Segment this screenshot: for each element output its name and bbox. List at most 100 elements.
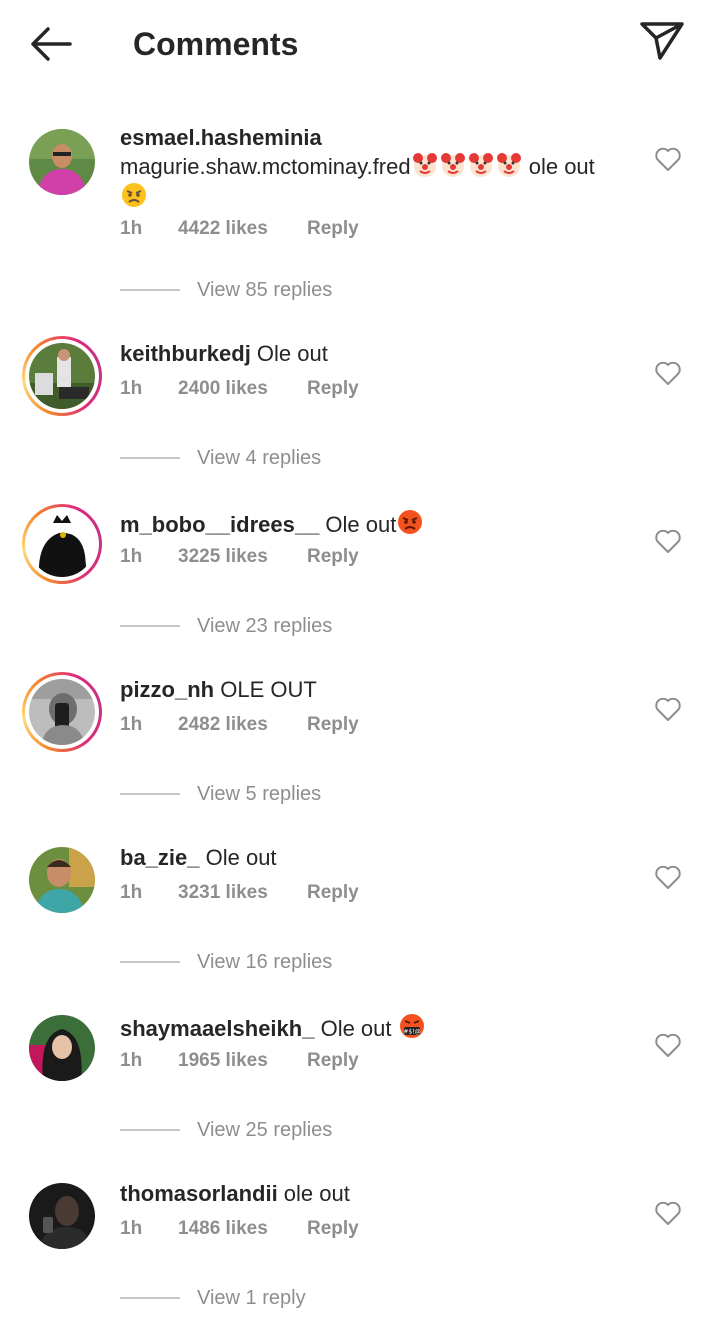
divider-line <box>120 625 180 627</box>
divider-line <box>120 793 180 795</box>
heart-icon[interactable] <box>654 528 682 554</box>
reply-button[interactable]: Reply <box>307 546 359 568</box>
paper-plane-icon <box>640 22 684 60</box>
comment-time: 1h <box>120 1050 143 1071</box>
reply-button[interactable]: Reply <box>307 1050 359 1072</box>
view-replies-label: View 85 replies <box>197 278 333 301</box>
comment-meta: 1h 2482 likes Reply <box>120 714 359 736</box>
view-replies-button[interactable]: View 25 replies <box>120 1116 332 1144</box>
comment-body-tail: ole out <box>522 154 595 179</box>
share-button[interactable] <box>636 18 688 66</box>
divider-line <box>120 457 180 459</box>
comment-username[interactable]: pizzo_nh <box>120 677 214 702</box>
view-replies-label: View 4 replies <box>197 446 322 469</box>
avatar[interactable] <box>29 129 95 195</box>
comment-text: m_bobo__idrees__ Ole out <box>120 508 640 539</box>
face-with-symbols-icon: #$!@ <box>399 1014 424 1038</box>
comment-time: 1h <box>120 1218 143 1239</box>
comment-meta: 1h 3231 likes Reply <box>120 882 359 904</box>
pouting-face-icon <box>398 510 423 534</box>
comment-username[interactable]: shaymaaelsheikh_ <box>120 1016 314 1041</box>
view-replies-label: View 23 replies <box>197 614 333 637</box>
heart-icon[interactable] <box>654 146 682 172</box>
comment-text: ba_zie_ Ole out <box>120 844 640 872</box>
comment-time: 1h <box>120 378 143 399</box>
comment-likes[interactable]: 3225 likes <box>178 546 307 568</box>
story-ring <box>22 336 102 416</box>
divider-line <box>120 1297 180 1299</box>
comment-body: Ole out <box>314 1016 398 1041</box>
avatar[interactable] <box>29 847 95 913</box>
comment-body: Ole out <box>199 845 277 870</box>
page-title: Comments <box>133 26 299 62</box>
heart-icon[interactable] <box>654 1032 682 1058</box>
arrow-left-icon <box>31 27 72 61</box>
story-ring <box>22 504 102 584</box>
comment-time: 1h <box>120 714 143 735</box>
view-replies-button[interactable]: View 85 replies <box>120 276 332 304</box>
comment-likes[interactable]: 1965 likes <box>178 1050 307 1072</box>
reply-button[interactable]: Reply <box>307 882 359 904</box>
avatar[interactable] <box>22 336 102 416</box>
view-replies-button[interactable]: View 4 replies <box>120 444 321 472</box>
comment-text: pizzo_nh OLE OUT <box>120 676 640 704</box>
comment-text: esmael.hasheminia magurie.shaw.mctominay… <box>120 124 640 212</box>
comment-username[interactable]: esmael.hasheminia <box>120 125 322 150</box>
angry-face-icon <box>122 183 146 207</box>
comment-body: ole out <box>277 1181 350 1206</box>
avatar[interactable] <box>22 504 102 584</box>
reply-button[interactable]: Reply <box>307 218 359 240</box>
reply-button[interactable]: Reply <box>307 1218 359 1240</box>
divider-line <box>120 289 180 291</box>
view-replies-button[interactable]: View 23 replies <box>120 612 332 640</box>
avatar[interactable] <box>22 672 102 752</box>
reply-button[interactable]: Reply <box>307 378 359 400</box>
clown-face-icon <box>440 153 465 177</box>
comment-text: keithburkedj Ole out <box>120 340 640 368</box>
comment-text: thomasorlandii ole out <box>120 1180 640 1208</box>
comment-likes[interactable]: 2482 likes <box>178 714 307 736</box>
back-button[interactable] <box>26 22 76 66</box>
view-replies-label: View 25 replies <box>197 1118 333 1141</box>
story-ring <box>22 672 102 752</box>
clown-face-icon <box>412 153 437 177</box>
avatar[interactable] <box>29 1183 95 1249</box>
heart-icon[interactable] <box>654 696 682 722</box>
comment-time: 1h <box>120 218 143 239</box>
comment-body: OLE OUT <box>214 677 317 702</box>
comment-text: shaymaaelsheikh_ Ole out #$!@ <box>120 1012 640 1043</box>
comment-username[interactable]: keithburkedj <box>120 341 251 366</box>
divider-line <box>120 961 180 963</box>
heart-icon[interactable] <box>654 360 682 386</box>
comment-likes[interactable]: 4422 likes <box>178 218 307 240</box>
comment-username[interactable]: ba_zie_ <box>120 845 200 870</box>
avatar[interactable] <box>29 1015 95 1081</box>
view-replies-button[interactable]: View 5 replies <box>120 780 321 808</box>
view-replies-button[interactable]: View 1 reply <box>120 1284 306 1312</box>
comment-body: Ole out <box>319 512 397 537</box>
comment-body: magurie.shaw.mctominay.fred <box>120 154 411 179</box>
reply-button[interactable]: Reply <box>307 714 359 736</box>
comment-likes[interactable]: 2400 likes <box>178 378 307 400</box>
clown-face-icon <box>468 153 493 177</box>
comment-username[interactable]: thomasorlandii <box>120 1181 278 1206</box>
clown-face-icon <box>496 153 521 177</box>
comment-time: 1h <box>120 546 143 567</box>
view-replies-button[interactable]: View 16 replies <box>120 948 332 976</box>
comment-meta: 1h 1965 likes Reply <box>120 1050 359 1072</box>
view-replies-label: View 16 replies <box>197 950 333 973</box>
divider-line <box>120 1129 180 1131</box>
comment-username[interactable]: m_bobo__idrees__ <box>120 512 319 537</box>
view-replies-label: View 5 replies <box>197 782 322 805</box>
comment-likes[interactable]: 1486 likes <box>178 1218 307 1240</box>
view-replies-label: View 1 reply <box>197 1286 306 1309</box>
comment-likes[interactable]: 3231 likes <box>178 882 307 904</box>
heart-icon[interactable] <box>654 864 682 890</box>
heart-icon[interactable] <box>654 1200 682 1226</box>
comment-time: 1h <box>120 882 143 903</box>
header-bar: Comments <box>0 0 720 90</box>
clown-emojis <box>411 153 523 179</box>
comment-meta: 1h 4422 likes Reply <box>120 218 359 240</box>
svg-text:#$!@: #$!@ <box>403 1029 420 1036</box>
comment-meta: 1h 3225 likes Reply <box>120 546 359 568</box>
